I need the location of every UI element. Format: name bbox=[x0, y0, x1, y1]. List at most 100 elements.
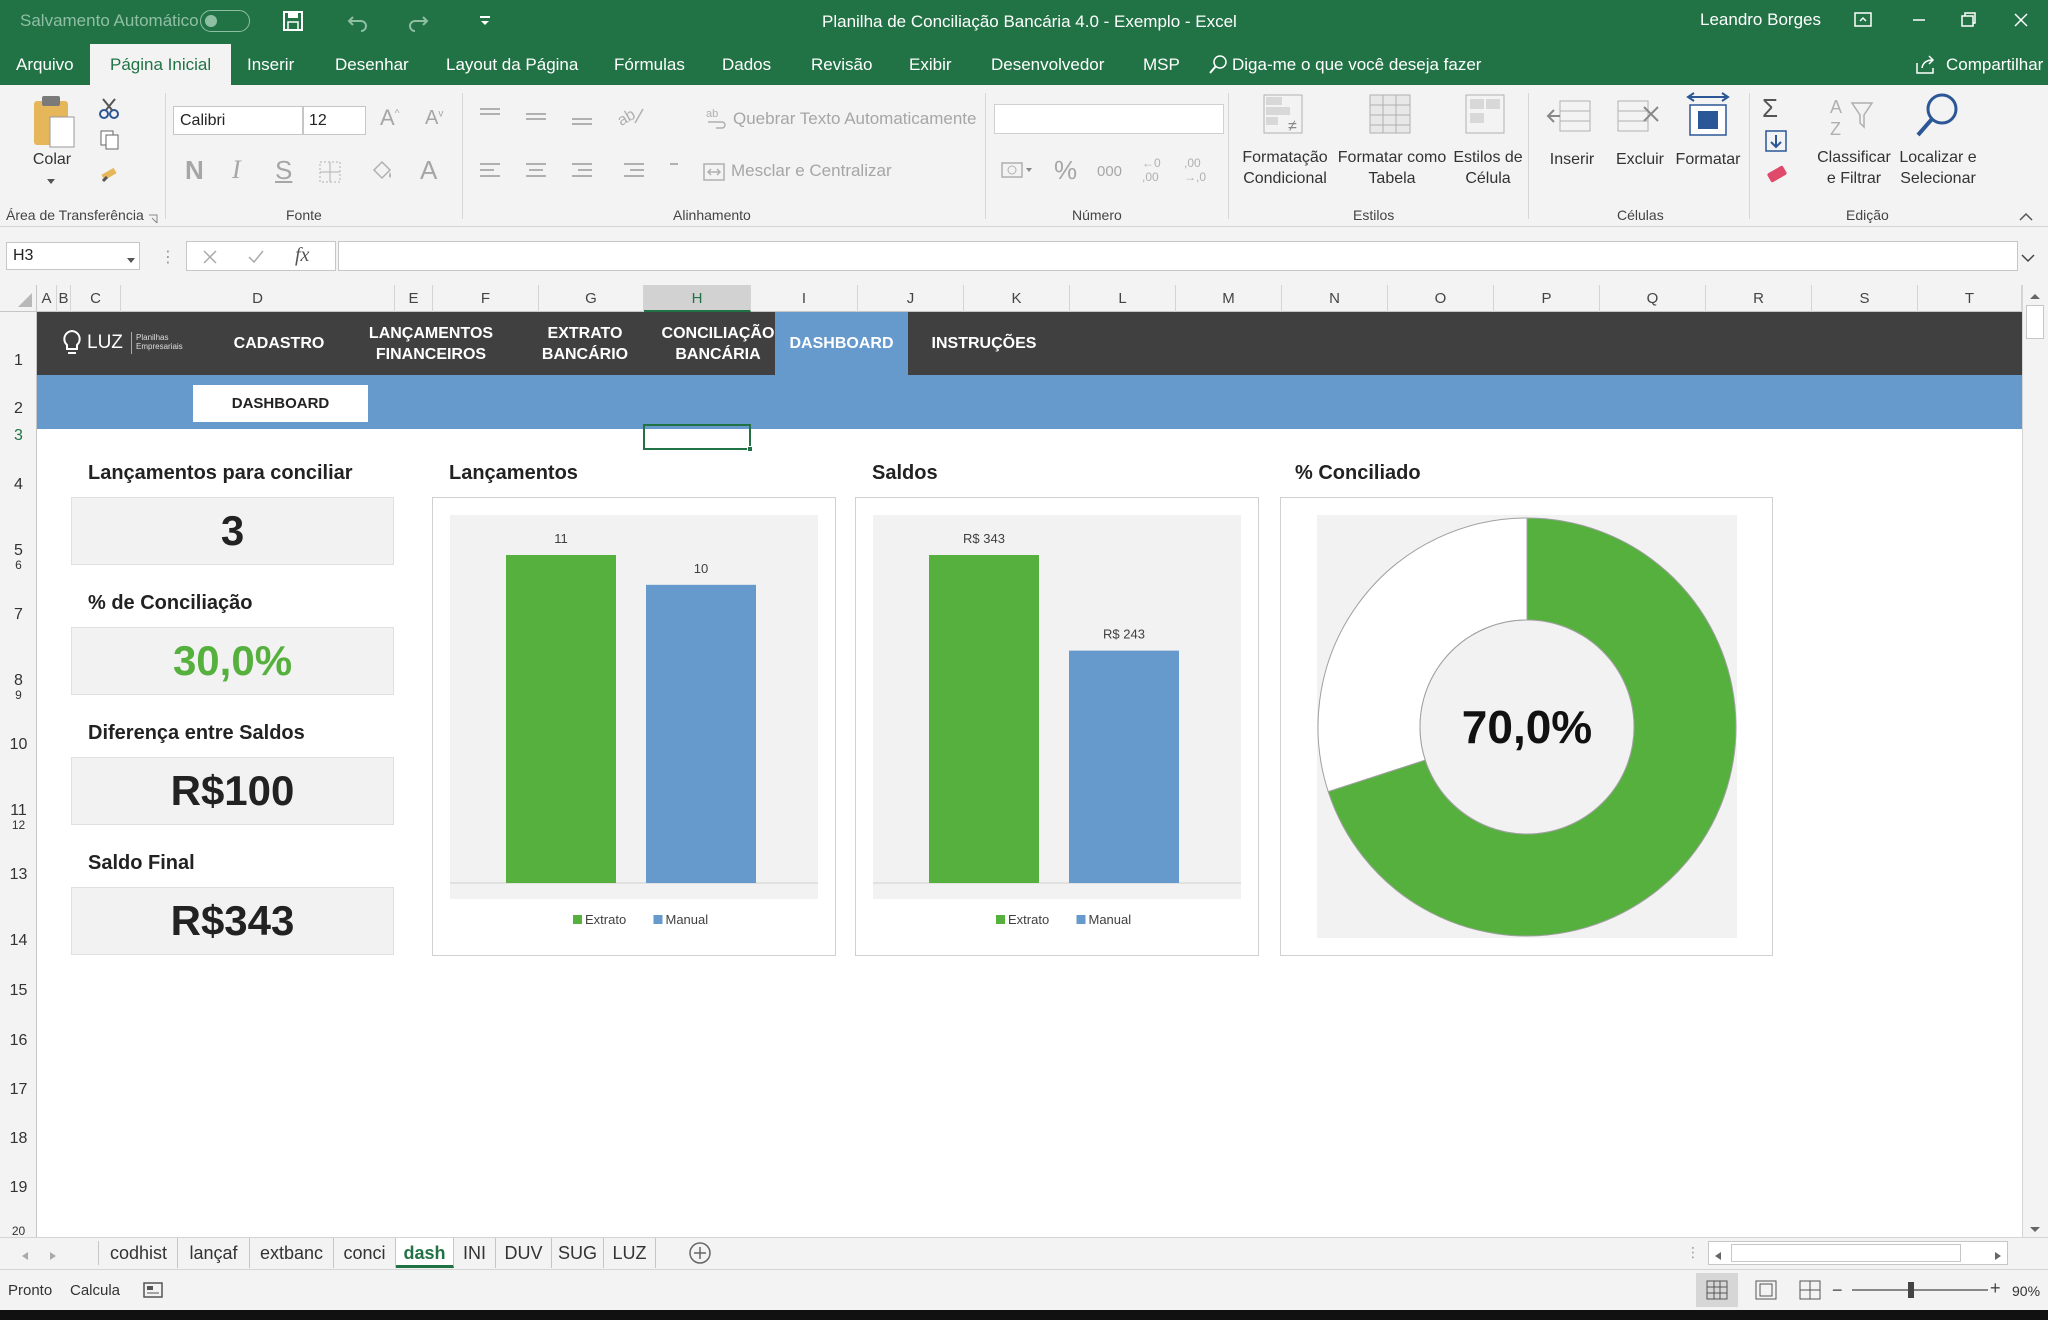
tab-dados[interactable]: Dados bbox=[722, 52, 771, 85]
select-all-corner[interactable] bbox=[0, 285, 37, 312]
selected-cell-h3[interactable] bbox=[643, 424, 753, 452]
customize-quick-access-icon[interactable] bbox=[478, 14, 492, 28]
chart-lancamentos[interactable]: 11 10 Extrato Manual bbox=[432, 497, 836, 956]
page-break-view-icon[interactable] bbox=[1792, 1273, 1828, 1307]
wrap-text-button[interactable]: Quebrar Texto Automaticamente bbox=[733, 109, 977, 129]
row-header[interactable]: 15 bbox=[0, 982, 37, 1000]
row-header[interactable]: 2 bbox=[0, 400, 37, 418]
page-layout-view-icon[interactable] bbox=[1748, 1273, 1784, 1307]
insert-button[interactable]: Inserir bbox=[1537, 149, 1607, 170]
name-box-dropdown-icon[interactable] bbox=[126, 252, 136, 263]
tab-revisao[interactable]: Revisão bbox=[811, 52, 872, 85]
ribbon-display-options-icon[interactable] bbox=[1852, 9, 1874, 31]
delete-button[interactable]: Excluir bbox=[1605, 149, 1675, 170]
column-header-o[interactable]: O bbox=[1388, 285, 1494, 312]
share-button[interactable]: Compartilhar bbox=[1946, 52, 2043, 85]
wrap-text-icon[interactable]: ab bbox=[706, 107, 728, 129]
column-header-q[interactable]: Q bbox=[1600, 285, 1706, 312]
vertical-align-icons[interactable] bbox=[478, 105, 618, 127]
column-header-a[interactable]: A bbox=[37, 285, 57, 312]
delete-cells-icon[interactable] bbox=[1614, 95, 1662, 139]
sheet-tab-extbanc[interactable]: extbanc bbox=[250, 1238, 334, 1268]
horizontal-scroll-thumb[interactable] bbox=[1731, 1244, 1961, 1262]
underline-button[interactable]: S bbox=[275, 155, 292, 186]
font-color-icon[interactable]: A bbox=[420, 155, 437, 186]
borders-icon[interactable] bbox=[318, 160, 342, 184]
column-header-c[interactable]: C bbox=[71, 285, 121, 312]
paste-dropdown-icon[interactable] bbox=[44, 173, 58, 184]
conditional-format-icon[interactable]: ≠ bbox=[1262, 93, 1308, 137]
column-header-n[interactable]: N bbox=[1282, 285, 1388, 312]
column-header-f[interactable]: F bbox=[433, 285, 539, 312]
row-header[interactable]: 19 bbox=[0, 1179, 37, 1197]
sheet-tab-luz[interactable]: LUZ bbox=[604, 1238, 656, 1268]
fill-down-icon[interactable] bbox=[1764, 129, 1796, 157]
cell-styles-icon[interactable] bbox=[1464, 93, 1510, 137]
tab-exibir[interactable]: Exibir bbox=[909, 52, 952, 85]
nav-cadastro[interactable]: CADASTRO bbox=[218, 312, 340, 375]
nav-dashboard[interactable]: DASHBOARD bbox=[775, 312, 908, 375]
format-painter-icon[interactable] bbox=[98, 163, 120, 185]
find-select-button[interactable]: Localizar e Selecionar bbox=[1890, 147, 1986, 189]
column-header-d[interactable]: D bbox=[121, 285, 395, 312]
scroll-left-icon[interactable] bbox=[1713, 1248, 1723, 1260]
clipboard-launcher-icon[interactable] bbox=[148, 211, 158, 224]
scroll-up-icon[interactable] bbox=[2028, 288, 2042, 299]
accounting-format-icon[interactable] bbox=[1000, 157, 1036, 185]
sheet-tab-lancaf[interactable]: lançaf bbox=[178, 1238, 250, 1268]
sheet-tab-duv[interactable]: DUV bbox=[496, 1238, 552, 1268]
insert-function-button[interactable]: fx bbox=[295, 244, 309, 267]
tab-arquivo[interactable]: Arquivo bbox=[16, 52, 74, 85]
row-header[interactable]: 14 bbox=[0, 932, 37, 950]
format-button[interactable]: Formatar bbox=[1670, 149, 1746, 170]
paste-button[interactable]: Colar bbox=[22, 149, 82, 170]
merge-center-button[interactable]: Mesclar e Centralizar bbox=[731, 161, 892, 181]
share-icon[interactable] bbox=[1914, 53, 1938, 77]
format-as-table-icon[interactable] bbox=[1368, 93, 1414, 137]
zoom-in-icon[interactable]: + bbox=[1990, 1278, 2004, 1298]
formula-input[interactable] bbox=[338, 241, 2018, 271]
macro-record-icon[interactable] bbox=[142, 1279, 164, 1301]
vertical-scroll-thumb[interactable] bbox=[2026, 305, 2044, 339]
conditional-format-button[interactable]: Formatação Condicional bbox=[1235, 147, 1335, 189]
horizontal-scrollbar[interactable] bbox=[1708, 1241, 2008, 1265]
percent-button[interactable]: % bbox=[1054, 155, 1077, 186]
collapse-ribbon-icon[interactable] bbox=[2018, 209, 2034, 221]
row-header[interactable]: 10 bbox=[0, 736, 37, 754]
decrease-font-icon[interactable]: Av bbox=[425, 107, 443, 130]
close-icon[interactable] bbox=[2010, 9, 2032, 31]
row-header[interactable]: 12 bbox=[0, 818, 37, 832]
row-header[interactable]: 20 bbox=[0, 1224, 37, 1238]
chart-conciliado[interactable]: 70,0% bbox=[1280, 497, 1773, 956]
row-header[interactable]: 7 bbox=[0, 606, 37, 624]
row-header[interactable]: 18 bbox=[0, 1130, 37, 1148]
chart-saldos[interactable]: R$ 343 R$ 243 Extrato Manual bbox=[855, 497, 1259, 956]
tab-desenvolvedor[interactable]: Desenvolvedor bbox=[991, 52, 1104, 85]
sort-filter-button[interactable]: Classificar e Filtrar bbox=[1810, 147, 1898, 189]
nav-lancamentos-financeiros[interactable]: LANÇAMENTOS FINANCEIROS bbox=[353, 312, 509, 375]
cut-icon[interactable] bbox=[98, 97, 120, 119]
italic-button[interactable]: I bbox=[232, 155, 241, 185]
bold-button[interactable]: N bbox=[185, 155, 204, 186]
tab-formulas[interactable]: Fórmulas bbox=[614, 52, 685, 85]
nav-conciliacao-bancaria[interactable]: CONCILIAÇÃO BANCÁRIA bbox=[648, 312, 788, 375]
font-name-select[interactable]: Calibri bbox=[173, 106, 303, 135]
row-header[interactable]: 13 bbox=[0, 866, 37, 884]
row-header[interactable]: 17 bbox=[0, 1081, 37, 1099]
clear-icon[interactable] bbox=[1764, 163, 1796, 189]
minimize-icon[interactable] bbox=[1908, 9, 1930, 31]
nav-instrucoes[interactable]: INSTRUÇÕES bbox=[914, 312, 1054, 375]
expand-formula-bar-icon[interactable] bbox=[2020, 251, 2036, 263]
tab-desenhar[interactable]: Desenhar bbox=[335, 52, 409, 85]
redo-icon[interactable] bbox=[405, 8, 431, 34]
decimal-buttons-icon[interactable]: ←0,00,00 →,0 bbox=[1140, 155, 1220, 187]
save-icon[interactable] bbox=[282, 10, 304, 32]
normal-view-icon[interactable] bbox=[1696, 1273, 1738, 1307]
restore-icon[interactable] bbox=[1957, 9, 1979, 31]
column-header-m[interactable]: M bbox=[1176, 285, 1282, 312]
column-header-l[interactable]: L bbox=[1070, 285, 1176, 312]
thousands-button[interactable]: 000 bbox=[1097, 163, 1122, 180]
find-select-icon[interactable] bbox=[1912, 91, 1964, 141]
zoom-out-icon[interactable]: − bbox=[1832, 1280, 1846, 1300]
format-as-table-button[interactable]: Formatar como Tabela bbox=[1335, 147, 1449, 189]
